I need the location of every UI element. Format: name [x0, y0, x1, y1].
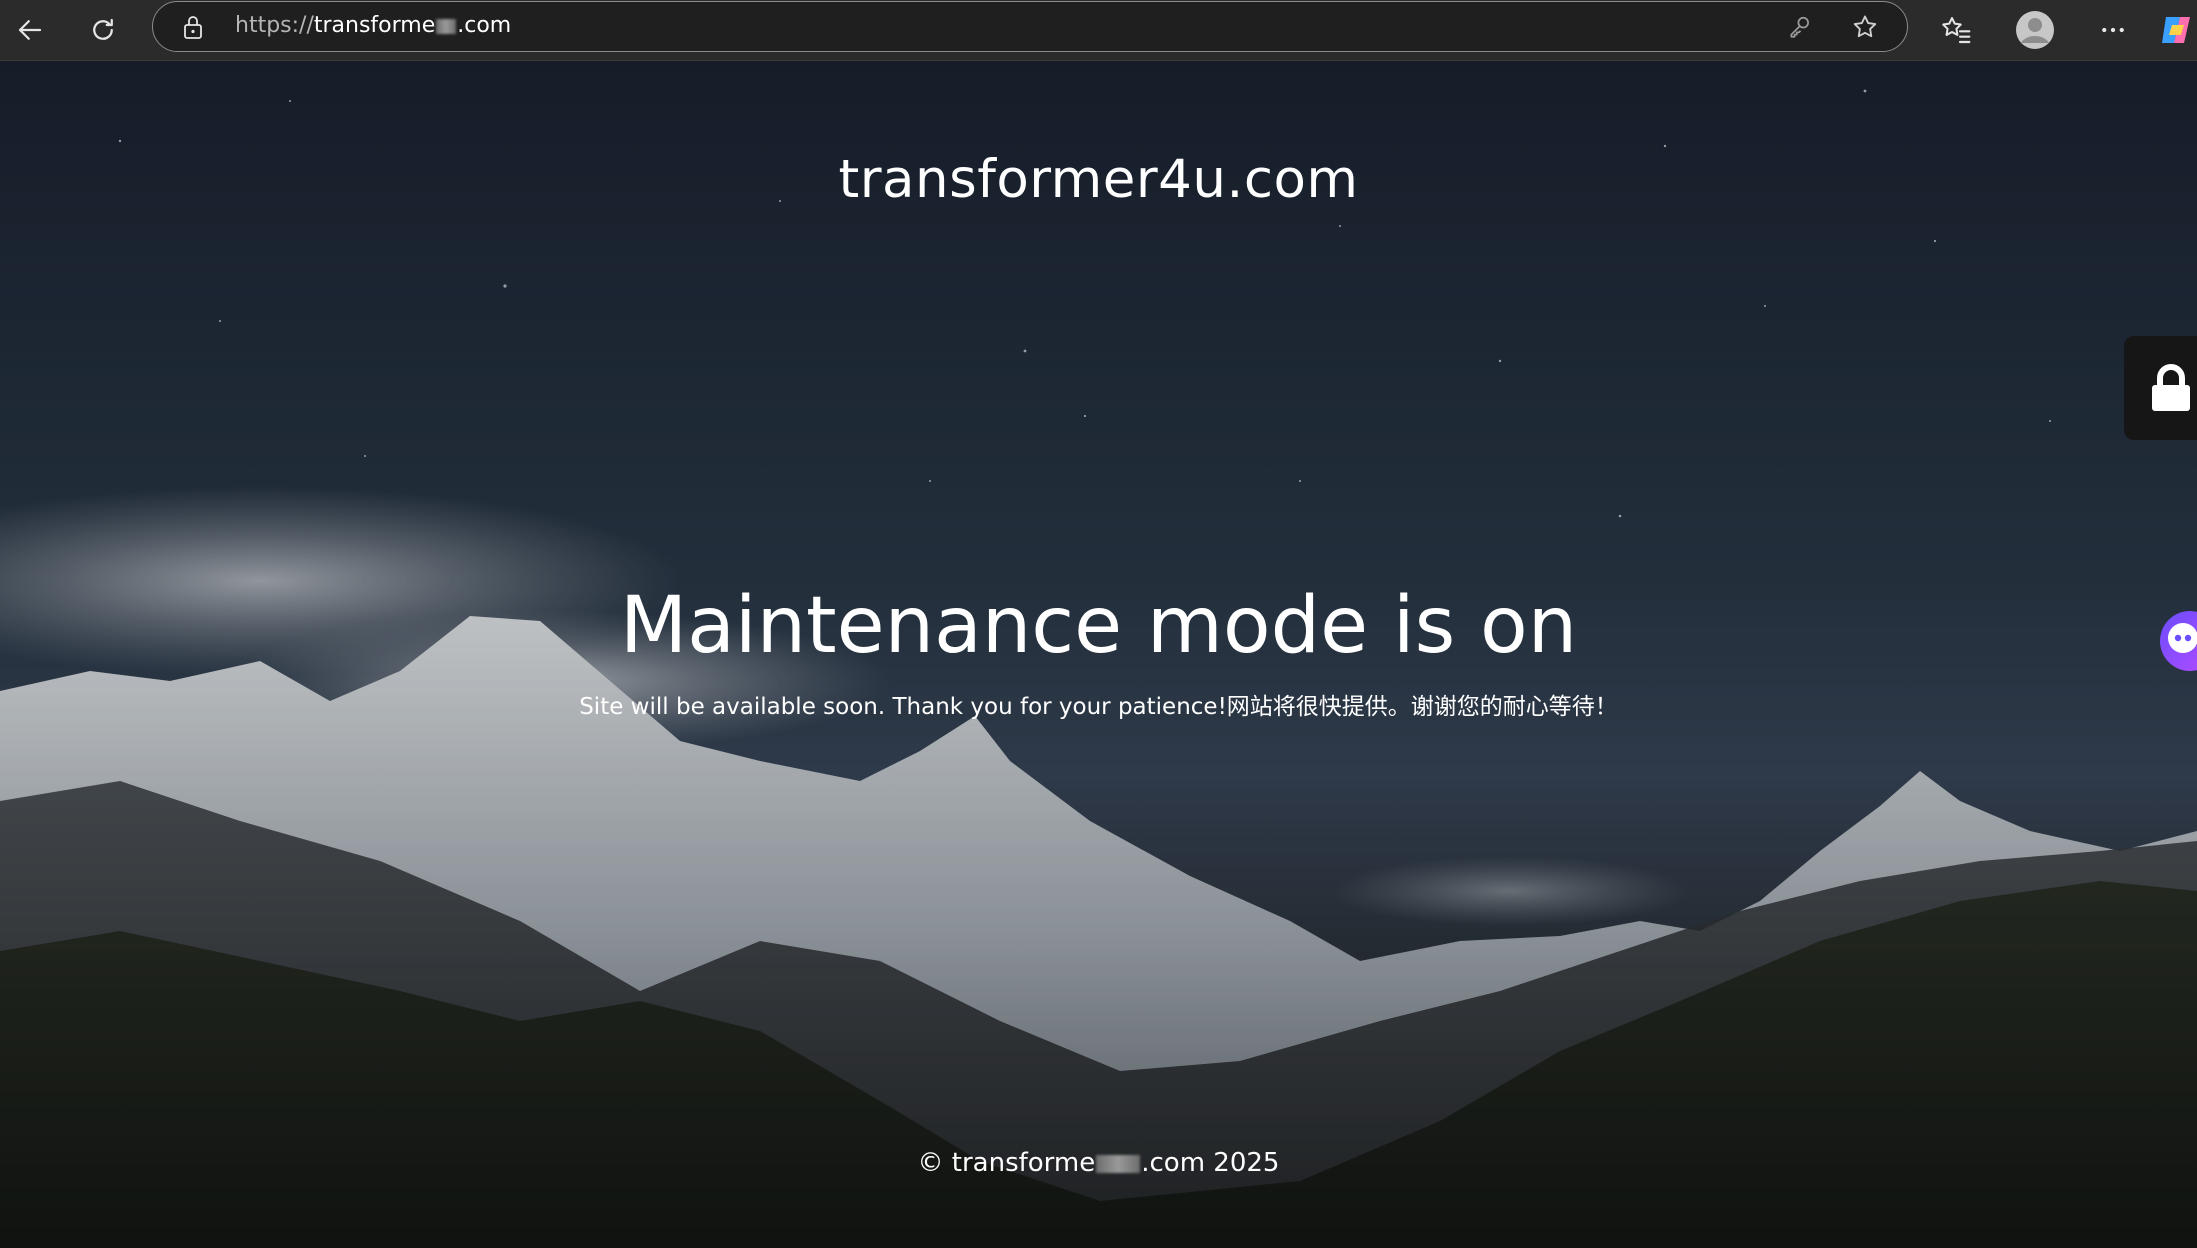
star-icon[interactable]	[1851, 13, 1879, 41]
login-lock-button[interactable]	[2124, 336, 2197, 440]
url-host-start: transforme	[313, 13, 436, 38]
url-scheme: https://	[235, 13, 314, 38]
key-icon[interactable]	[1787, 14, 1813, 40]
site-title[interactable]: transformer4u.com	[0, 149, 2197, 210]
browser-toolbar: https://transforme .com	[0, 0, 2197, 61]
redacted-text	[436, 18, 457, 34]
redacted-text	[1096, 1154, 1141, 1173]
lock-icon[interactable]	[181, 14, 205, 40]
url-host-end: .com	[457, 13, 512, 38]
back-button[interactable]	[8, 8, 52, 52]
copilot-button[interactable]	[2158, 8, 2197, 52]
favorites-icon	[1942, 17, 1971, 44]
back-arrow-icon	[18, 20, 42, 40]
chat-bot-icon	[2168, 623, 2197, 653]
more-dots-icon	[2102, 27, 2124, 33]
copilot-icon	[2162, 17, 2190, 43]
favorites-button[interactable]	[1934, 8, 1978, 52]
lock-icon	[2152, 364, 2190, 411]
maintenance-message: Site will be available soon. Thank you f…	[579, 694, 1618, 720]
url-text[interactable]: https://transforme .com	[235, 13, 511, 38]
footer-suffix: .com 2025	[1141, 1148, 1280, 1178]
copyright-footer: © transforme .com 2025	[0, 1148, 2197, 1178]
profile-avatar-icon	[2016, 11, 2054, 49]
address-bar[interactable]: https://transforme .com	[152, 1, 1908, 52]
refresh-icon	[93, 18, 113, 40]
refresh-button[interactable]	[81, 8, 125, 52]
profile-button[interactable]	[2013, 8, 2057, 52]
maintenance-heading: Maintenance mode is on	[619, 581, 1578, 671]
footer-prefix: © transforme	[917, 1148, 1096, 1178]
more-button[interactable]	[2091, 8, 2135, 52]
maintenance-page: transformer4u.com Maintenance mode is on…	[0, 61, 2197, 1248]
